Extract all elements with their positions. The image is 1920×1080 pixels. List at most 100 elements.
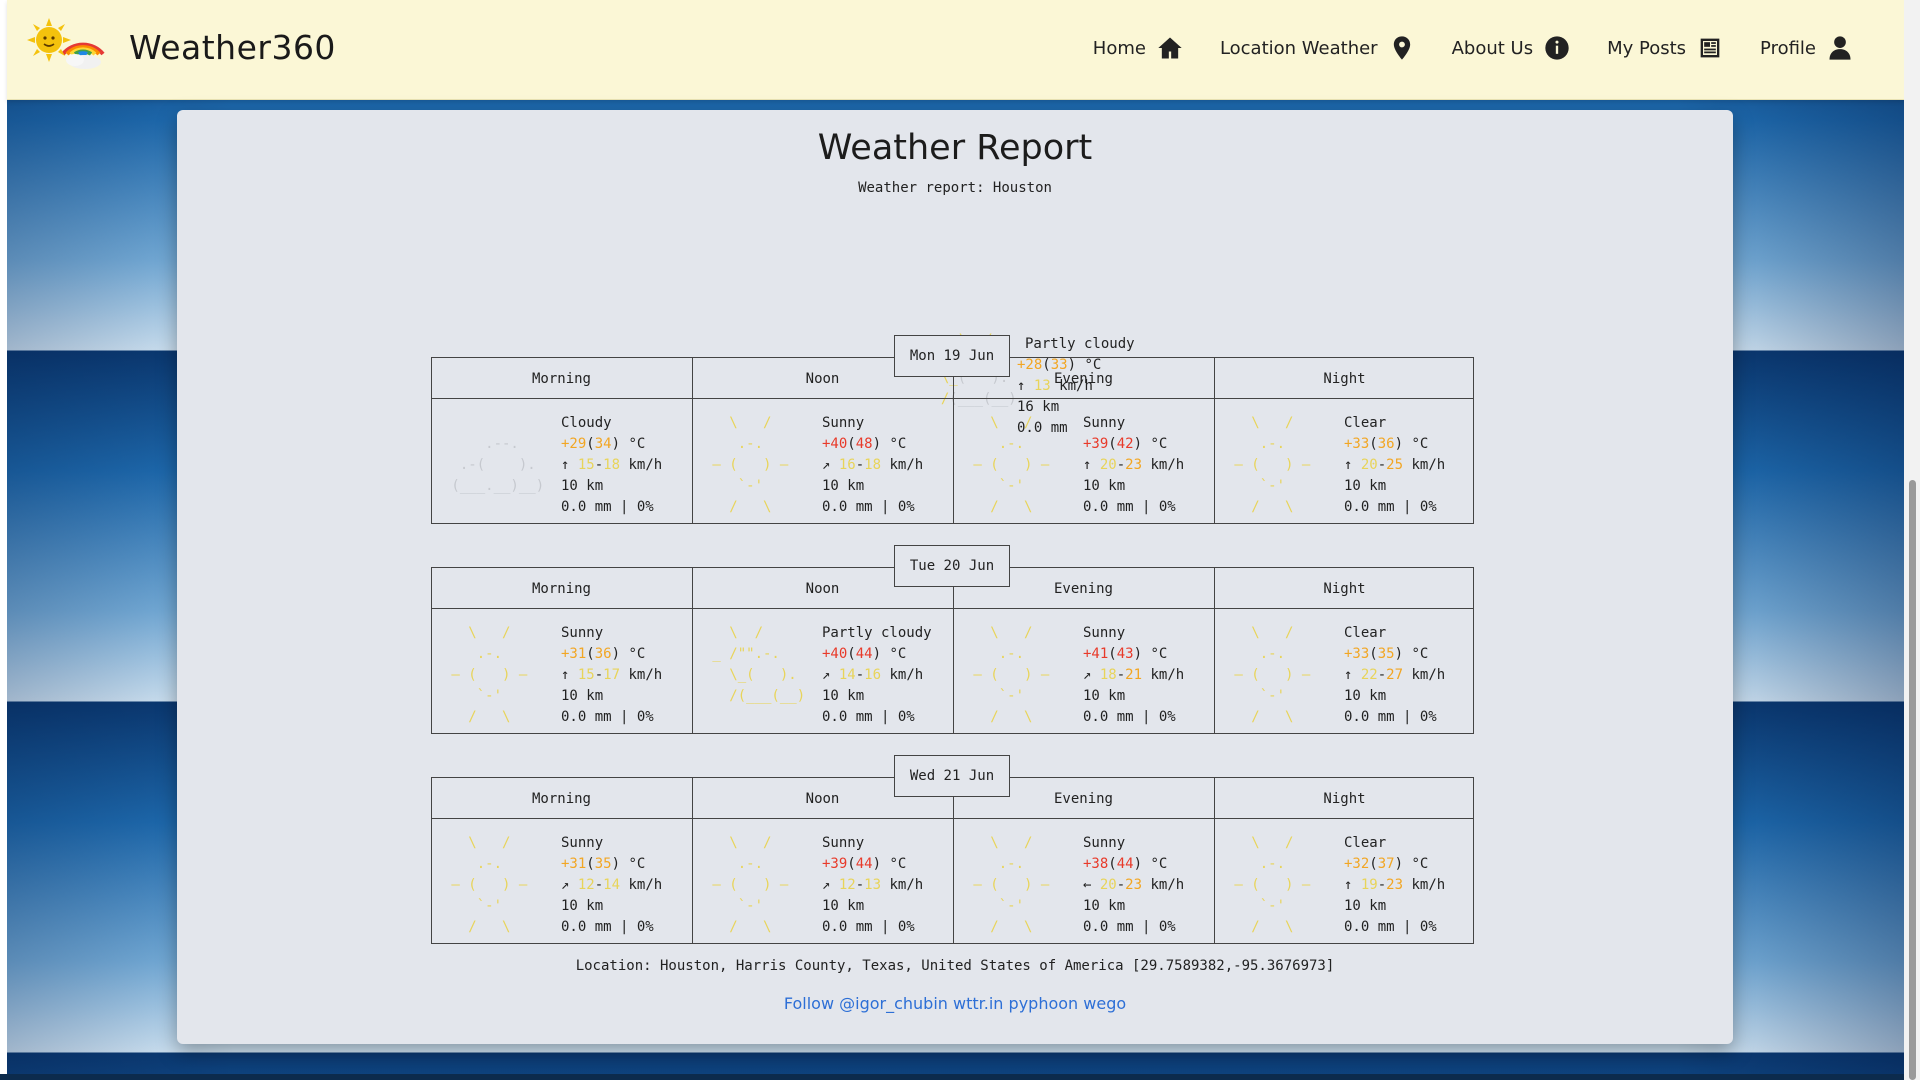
period-header: Night bbox=[1323, 581, 1366, 597]
weather-art: /(___(__) bbox=[704, 688, 806, 704]
cell-wind: ↑ 22-27 km/h bbox=[1344, 667, 1446, 683]
cell-visibility: 10 km bbox=[561, 688, 604, 704]
igor-chubin-link[interactable]: @igor_chubin bbox=[839, 994, 948, 1013]
weather-art: \ / bbox=[965, 415, 1033, 431]
weather-art: `-' bbox=[965, 478, 1025, 494]
scrollbar-thumb[interactable] bbox=[1909, 480, 1916, 1080]
weather-art: `-' bbox=[443, 898, 503, 914]
cell-precipitation: 0.0 mm | 0% bbox=[561, 709, 654, 725]
cell-wind: ↑ 15-17 km/h bbox=[561, 667, 663, 683]
cell-temperature: +32(37) °C bbox=[1344, 856, 1429, 872]
weather-art: .-. bbox=[965, 436, 1025, 452]
cell-condition: Sunny bbox=[1083, 415, 1126, 431]
period-header: Night bbox=[1323, 791, 1366, 807]
cell-visibility: 10 km bbox=[1344, 688, 1387, 704]
cell-precipitation: 0.0 mm | 0% bbox=[1083, 709, 1176, 725]
cell-precipitation: 0.0 mm | 0% bbox=[822, 499, 915, 515]
weather-art: ― ( ) ― bbox=[1226, 667, 1311, 683]
period-header: Evening bbox=[1053, 371, 1113, 387]
cell-precipitation: 0.0 mm | 0% bbox=[1344, 499, 1437, 515]
cell-temperature: +33(36) °C bbox=[1344, 436, 1429, 452]
cell-precipitation: 0.0 mm | 0% bbox=[1083, 919, 1176, 935]
cell-precipitation: 0.0 mm | 0% bbox=[561, 919, 654, 935]
weather-art: \ / bbox=[704, 835, 772, 851]
nav-profile-label: Profile bbox=[1760, 37, 1816, 59]
weather-art: \ / bbox=[704, 415, 772, 431]
cell-temperature: +33(35) °C bbox=[1344, 646, 1429, 662]
nav-menu: Home Location Weather About Us My Posts … bbox=[1093, 34, 1854, 62]
weather-logo-icon[interactable] bbox=[25, 16, 107, 72]
current-condition: Partly cloudy bbox=[1025, 336, 1135, 352]
weather-art: `-' bbox=[1226, 688, 1286, 704]
period-header: Morning bbox=[531, 791, 591, 807]
weather-art: ― ( ) ― bbox=[1226, 457, 1311, 473]
weather-art: `-' bbox=[1226, 898, 1286, 914]
cell-precipitation: 0.0 mm | 0% bbox=[1083, 499, 1176, 515]
wego-link[interactable]: wego bbox=[1083, 994, 1126, 1013]
weather-art: \ / bbox=[1226, 625, 1294, 641]
location-line: Location: Houston, Harris County, Texas,… bbox=[575, 958, 1335, 974]
weather-art: \ / bbox=[1226, 835, 1294, 851]
nav-home[interactable]: Home bbox=[1093, 34, 1184, 62]
weather-art: _ /"".-. bbox=[704, 646, 780, 662]
nav-location-weather[interactable]: Location Weather bbox=[1220, 34, 1416, 62]
weather-art: / \ bbox=[965, 919, 1033, 935]
nav-location-weather-label: Location Weather bbox=[1219, 37, 1378, 59]
weather-art: ― ( ) ― bbox=[443, 877, 528, 893]
weather-art: .--. bbox=[443, 436, 519, 452]
cell-condition: Cloudy bbox=[561, 415, 612, 431]
weather-art: / \ bbox=[443, 919, 511, 935]
weather-art: \ / bbox=[443, 625, 511, 641]
cell-condition: Sunny bbox=[1083, 625, 1126, 641]
period-header: Noon bbox=[805, 581, 840, 597]
cell-condition: Clear bbox=[1344, 625, 1387, 641]
cell-temperature: +29(34) °C bbox=[561, 436, 646, 452]
weather-art: .-. bbox=[704, 436, 764, 452]
cell-wind: ↑ 20-23 km/h bbox=[1083, 457, 1185, 473]
weather-art: / \ bbox=[1226, 499, 1294, 515]
wttr-link[interactable]: wttr.in bbox=[953, 994, 1003, 1013]
cell-wind: ↗ 12-14 km/h bbox=[561, 877, 663, 893]
weather-art: `-' bbox=[704, 898, 764, 914]
nav-my-posts-label: My Posts bbox=[1607, 37, 1687, 59]
weather-art: ― ( ) ― bbox=[965, 457, 1050, 473]
weather-art: / \ bbox=[704, 919, 772, 935]
weather-art: / \ bbox=[443, 709, 511, 725]
nav-my-posts[interactable]: My Posts bbox=[1607, 34, 1724, 62]
weather-art: .-( ). bbox=[443, 457, 536, 473]
cell-wind: ↑ 20-25 km/h bbox=[1344, 457, 1446, 473]
cell-wind: ↑ 19-23 km/h bbox=[1344, 877, 1446, 893]
cell-wind: ↗ 16-18 km/h bbox=[822, 457, 924, 473]
weather-art: \ / bbox=[1226, 415, 1294, 431]
cell-temperature: +40(48) °C bbox=[822, 436, 907, 452]
weather-art: .-. bbox=[965, 856, 1025, 872]
weather-art: / \ bbox=[965, 709, 1033, 725]
weather-art: .-. bbox=[1226, 436, 1286, 452]
nav-about-us[interactable]: About Us bbox=[1452, 34, 1572, 62]
weather-art: ― ( ) ― bbox=[704, 457, 789, 473]
cell-visibility: 10 km bbox=[822, 898, 865, 914]
scrollbar[interactable] bbox=[1904, 0, 1920, 1080]
nav-profile[interactable]: Profile bbox=[1760, 34, 1854, 62]
bottom-edge bbox=[0, 1074, 1904, 1080]
cell-wind: ↗ 14-16 km/h bbox=[822, 667, 924, 683]
cell-visibility: 10 km bbox=[1344, 898, 1387, 914]
weather-art: `-' bbox=[443, 688, 503, 704]
user-icon bbox=[1829, 36, 1851, 60]
weather-art: / \ bbox=[1226, 919, 1294, 935]
weather-art: .-. bbox=[704, 856, 764, 872]
cell-wind: ↗ 12-13 km/h bbox=[822, 877, 924, 893]
cell-visibility: 10 km bbox=[822, 688, 865, 704]
cell-temperature: +31(35) °C bbox=[561, 856, 646, 872]
cell-visibility: 10 km bbox=[1083, 898, 1126, 914]
period-header: Noon bbox=[805, 791, 840, 807]
cell-condition: Sunny bbox=[1083, 835, 1126, 851]
map-pin-icon bbox=[1393, 36, 1410, 60]
cell-condition: Sunny bbox=[561, 625, 604, 641]
cell-precipitation: 0.0 mm | 0% bbox=[561, 499, 654, 515]
cell-wind: ↗ 18-21 km/h bbox=[1083, 667, 1185, 683]
weather-art: \ / bbox=[965, 835, 1033, 851]
brand-name[interactable]: Weather360 bbox=[129, 28, 336, 67]
pyphoon-link[interactable]: pyphoon bbox=[1009, 994, 1079, 1013]
period-header: Morning bbox=[531, 581, 591, 597]
